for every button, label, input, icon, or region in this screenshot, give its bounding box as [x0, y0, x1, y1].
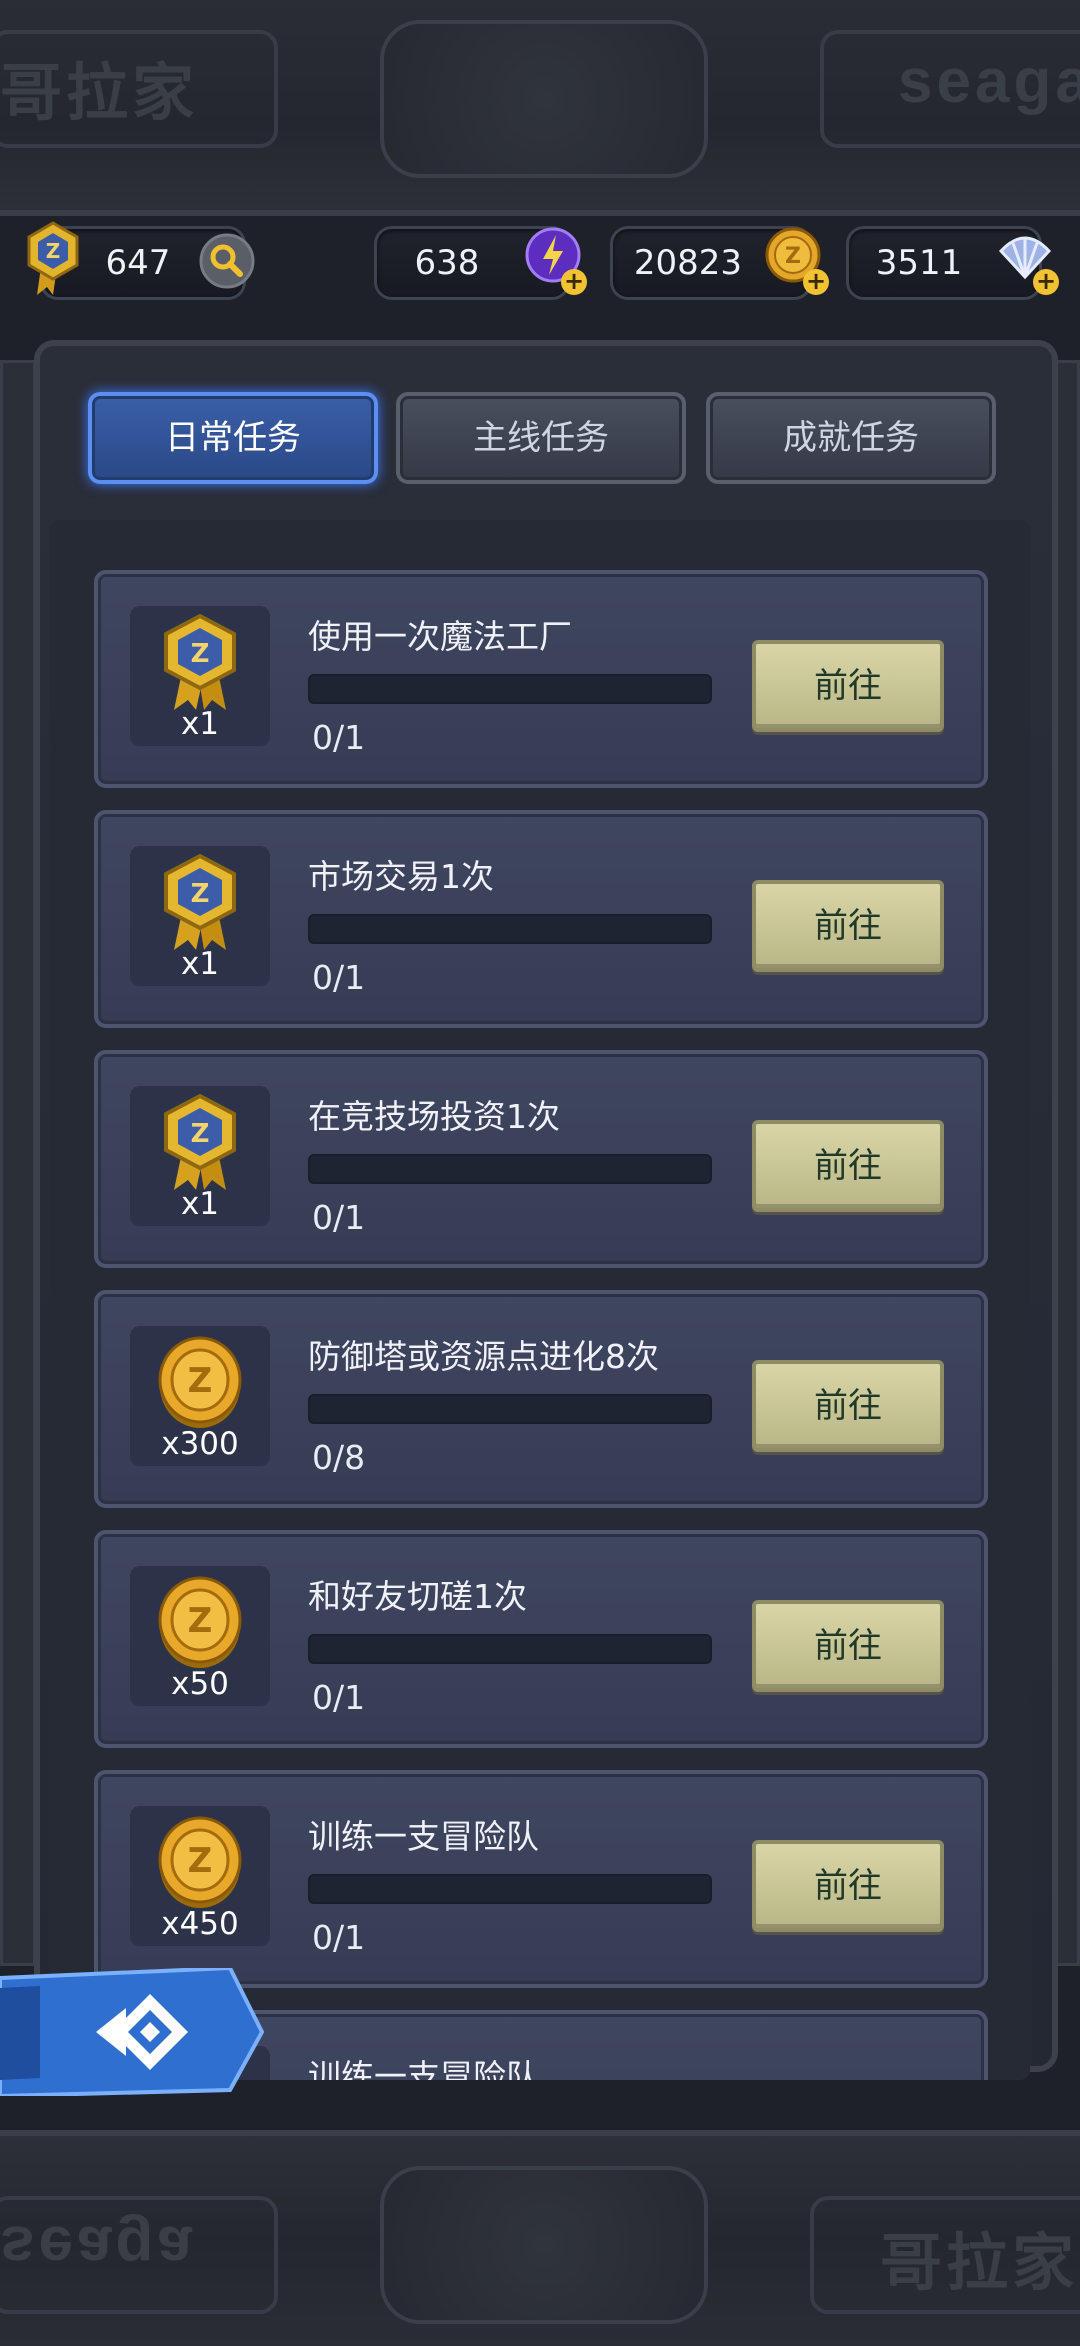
- progress-text: 0/1: [312, 718, 366, 757]
- gold-coin-icon: Z: [158, 1576, 242, 1668]
- progress-bar: [308, 1634, 712, 1664]
- resource-energy: 638 +: [374, 226, 587, 300]
- task-title: 训练一支冒险队: [308, 1817, 539, 1856]
- reward-slot: Zx1: [130, 1086, 270, 1226]
- bottom-frame: seaga 哥拉家: [0, 2130, 1080, 2346]
- progress-text: 0/1: [312, 958, 366, 997]
- task-title: 使用一次魔法工厂: [308, 617, 572, 656]
- task-card: Zx1 在竞技场投资1次 0/1 前往: [94, 1050, 988, 1268]
- task-card: Zx1 市场交易1次 0/1 前往: [94, 810, 988, 1028]
- go-button[interactable]: 前往: [752, 1600, 944, 1692]
- task-card: Zx300 防御塔或资源点进化8次 0/8 前往: [94, 1290, 988, 1508]
- svg-text:Z: Z: [191, 1119, 210, 1149]
- reward-quantity: x1: [180, 1186, 220, 1222]
- quick-menu-button[interactable]: [0, 1968, 270, 2096]
- reward-quantity: x1: [180, 706, 220, 742]
- tab-main-tasks[interactable]: 主线任务: [396, 392, 686, 484]
- resource-medal-points: 647 Z: [27, 221, 255, 300]
- bottom-ornament: [380, 2166, 708, 2324]
- plus-icon[interactable]: +: [803, 269, 829, 295]
- reward-slot: Zx1: [130, 846, 270, 986]
- medal-icon: Z: [164, 1093, 236, 1190]
- progress-text: 0/8: [312, 1438, 366, 1477]
- top-ornament: [380, 20, 708, 178]
- resource-value: 647: [105, 243, 171, 283]
- svg-text:Z: Z: [188, 1601, 213, 1641]
- task-card: Zx50 和好友切磋1次 0/1 前往: [94, 1530, 988, 1748]
- go-button[interactable]: 前往: [752, 1840, 944, 1932]
- progress-bar: [308, 1394, 712, 1424]
- progress-bar: [308, 1154, 712, 1184]
- left-pillar: [0, 360, 36, 1966]
- gold-coin-icon: Z: [158, 1816, 242, 1908]
- svg-text:Z: Z: [785, 244, 801, 269]
- resource-value: 638: [414, 243, 480, 283]
- medal-icon: Z: [164, 853, 236, 950]
- top-right-text: seaga: [898, 47, 1080, 116]
- svg-text:Z: Z: [188, 1841, 213, 1881]
- svg-text:Z: Z: [191, 639, 210, 669]
- task-title: 训练一支冒险队: [308, 2057, 539, 2080]
- search-icon[interactable]: [199, 233, 255, 289]
- reward-slot: Zx50: [130, 1566, 270, 1706]
- task-list[interactable]: Zx1 使用一次魔法工厂 0/1 前往 Zx1 市场交易1次 0/1 前往 Zx1 在竞技场投资1…: [50, 520, 1030, 2080]
- go-button[interactable]: 前往: [752, 1120, 944, 1212]
- gold-coin-icon: Z: [158, 1336, 242, 1428]
- plus-icon[interactable]: +: [1033, 269, 1059, 295]
- medal-icon: Z: [164, 613, 236, 710]
- task-card: Zx450 训练一支冒险队 0/1 前往: [94, 1770, 988, 1988]
- progress-bar: [308, 674, 712, 704]
- task-title: 市场交易1次: [308, 857, 494, 896]
- tab-achievement-tasks[interactable]: 成就任务: [706, 392, 996, 484]
- resource-value: 20823: [633, 243, 743, 283]
- resource-coins: 20823 Z +: [610, 226, 829, 300]
- progress-bar: [308, 1874, 712, 1904]
- bottom-left-text: seaga: [0, 2213, 196, 2282]
- progress-text: 0/1: [312, 1678, 366, 1717]
- reward-slot: Zx450: [130, 1806, 270, 1946]
- go-button[interactable]: 前往: [752, 880, 944, 972]
- reward-slot: Zx300: [130, 1326, 270, 1466]
- reward-quantity: x450: [161, 1906, 239, 1942]
- resource-shells: 3511 +: [846, 226, 1059, 300]
- task-card: Zx1 使用一次魔法工厂 0/1 前往: [94, 570, 988, 788]
- progress-bar: [308, 914, 712, 944]
- svg-text:Z: Z: [191, 879, 210, 909]
- reward-quantity: x50: [171, 1666, 229, 1702]
- svg-text:Z: Z: [46, 239, 61, 263]
- top-left-text: 哥拉家: [0, 59, 199, 128]
- top-frame: 哥拉家 seaga: [0, 0, 1080, 216]
- medal-icon: Z: [27, 221, 79, 295]
- go-button[interactable]: 前往: [752, 1360, 944, 1452]
- progress-text: 0/1: [312, 1918, 366, 1957]
- reward-quantity: x300: [161, 1426, 239, 1462]
- bottom-right-text: 哥拉家: [880, 2229, 1079, 2298]
- svg-text:Z: Z: [188, 1361, 213, 1401]
- progress-text: 0/1: [312, 1198, 366, 1237]
- plus-icon[interactable]: +: [561, 269, 587, 295]
- resource-value: 3511: [875, 243, 963, 283]
- task-title: 防御塔或资源点进化8次: [308, 1337, 659, 1376]
- tab-daily-tasks[interactable]: 日常任务: [88, 392, 378, 484]
- reward-slot: Zx1: [130, 606, 270, 746]
- go-button[interactable]: 前往: [752, 640, 944, 732]
- reward-quantity: x1: [180, 946, 220, 982]
- task-title: 和好友切磋1次: [308, 1577, 527, 1616]
- task-title: 在竞技场投资1次: [308, 1097, 560, 1136]
